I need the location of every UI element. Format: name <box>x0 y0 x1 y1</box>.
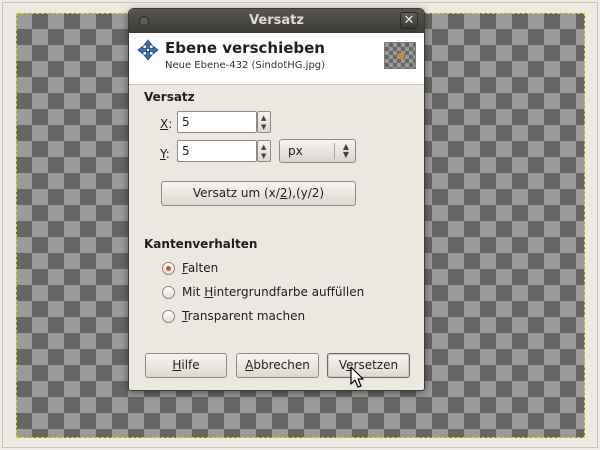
dialog-header: Ebene verschieben Neue Ebene-432 (Sindot… <box>129 33 424 85</box>
combo-separator <box>334 143 335 159</box>
chevron-up-icon[interactable]: ▲ <box>261 143 266 151</box>
y-offset-value: 5 <box>182 144 190 158</box>
x-label: X: <box>160 117 173 131</box>
header-subtitle: Neue Ebene-432 (SindotHG.jpg) <box>165 60 326 71</box>
radio-button[interactable] <box>162 286 175 299</box>
dialog-title: Versatz <box>249 13 304 28</box>
y-offset-stepper[interactable]: ▲ ▼ <box>257 140 271 162</box>
layer-thumbnail <box>384 42 416 69</box>
chevron-up-icon[interactable]: ▲ <box>261 114 266 122</box>
move-arrows-icon <box>137 39 159 61</box>
apply-offset-button[interactable]: Versetzen <box>327 353 410 378</box>
close-icon[interactable]: ✕ <box>400 12 418 29</box>
x-offset-stepper[interactable]: ▲ ▼ <box>257 111 271 133</box>
offset-section-label: Versatz <box>144 90 195 104</box>
dialog-watermark <box>249 57 424 382</box>
cancel-button[interactable]: Abbrechen <box>236 353 319 378</box>
edge-section-label: Kantenverhalten <box>144 237 258 251</box>
x-offset-input[interactable]: 5 <box>177 111 257 133</box>
chevron-updown-icon: ▲ ▼ <box>342 142 349 159</box>
unit-select[interactable]: px ▲ ▼ <box>279 139 356 163</box>
dialog-titlebar[interactable]: Versatz ✕ <box>129 9 424 33</box>
header-title: Ebene verschieben <box>165 39 325 57</box>
help-button[interactable]: Hilfe <box>145 353 227 378</box>
y-offset-input[interactable]: 5 <box>177 140 257 162</box>
radio-button-checked[interactable] <box>162 262 175 275</box>
half-offset-button[interactable]: Versatz um (x/2),(y/2) <box>161 181 356 206</box>
radio-button[interactable] <box>162 310 175 323</box>
x-offset-value: 5 <box>182 115 190 129</box>
y-label: Y: <box>160 147 170 161</box>
radio-label-wrap: Falten <box>182 261 219 275</box>
mouse-pointer-icon <box>350 366 364 388</box>
chevron-down-icon[interactable]: ▼ <box>261 152 266 160</box>
offset-dialog: Versatz ✕ Ebene verschieben Neue Ebene-4… <box>128 8 425 391</box>
chevron-down-icon[interactable]: ▼ <box>261 123 266 131</box>
radio-label-fill: Mit Hintergrundfarbe auffüllen <box>182 285 365 299</box>
unit-value: px <box>288 144 303 158</box>
radio-label-transparent: Transparent machen <box>182 309 306 323</box>
